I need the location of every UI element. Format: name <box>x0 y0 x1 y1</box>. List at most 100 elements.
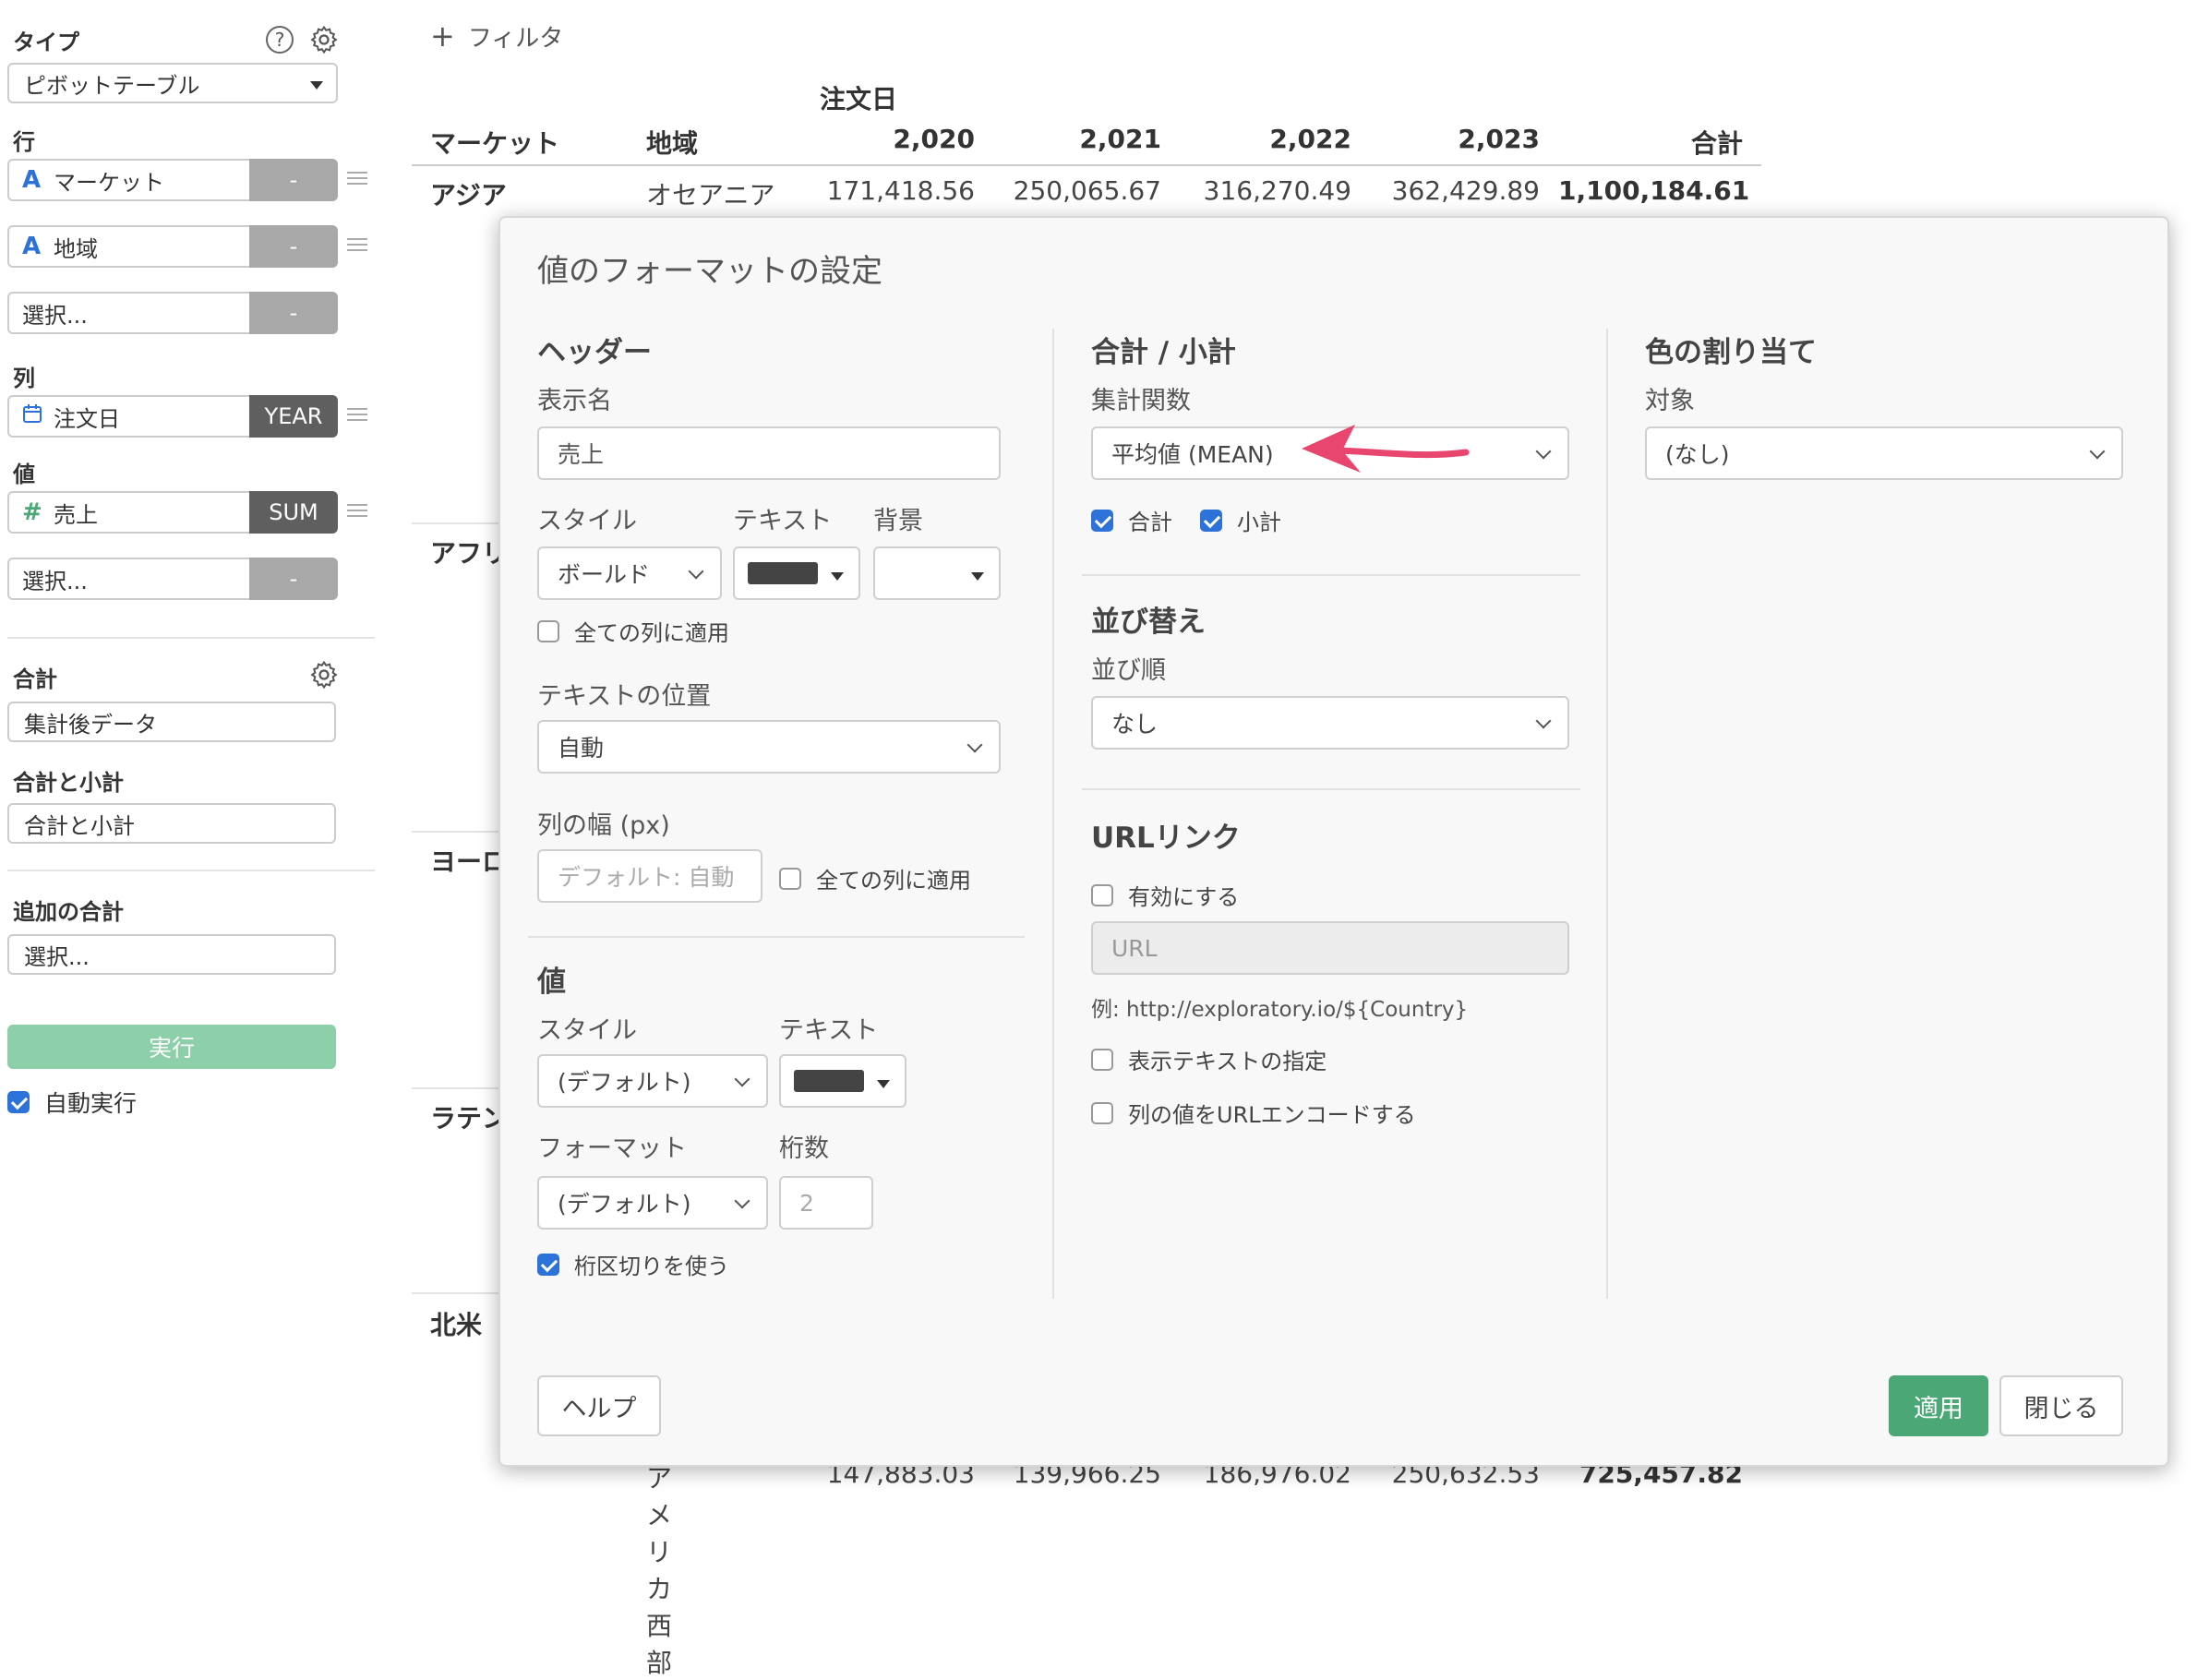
total-subtotal-select[interactable]: 合計と小計 <box>7 803 336 844</box>
format-settings-dialog: 値のフォーマットの設定 ヘッダー 表示名 売上 スタイル テキスト 背景 ボール… <box>498 216 2169 1467</box>
row-field-region[interactable]: A 地域 - <box>7 225 338 268</box>
table-header: 2,022 <box>1269 124 1351 154</box>
table-cell: ラテン <box>430 1103 509 1134</box>
value-field-select[interactable]: 選択... - <box>7 558 338 600</box>
table-cell: オセアニア <box>646 180 775 210</box>
color-swatch <box>794 1070 864 1092</box>
row-field-market[interactable]: A マーケット - <box>7 159 338 201</box>
header-divider <box>412 164 1761 166</box>
apply-button[interactable]: 適用 <box>1889 1375 1988 1436</box>
chevron-down-icon <box>1535 443 1552 460</box>
display-name-input[interactable]: 売上 <box>537 426 1001 480</box>
gear-icon[interactable] <box>308 659 340 690</box>
checkbox-icon[interactable] <box>1091 1048 1113 1071</box>
drag-handle-icon[interactable] <box>347 504 367 517</box>
close-button[interactable]: 閉じる <box>1999 1375 2123 1436</box>
column-width-input[interactable]: デフォルト: 自動 <box>537 849 762 903</box>
drag-handle-icon[interactable] <box>347 172 367 185</box>
caret-down-icon <box>877 1080 890 1088</box>
row-field-tag[interactable]: - <box>249 292 338 334</box>
sort-order-value: なし <box>1111 711 1159 738</box>
help-icon[interactable]: ? <box>266 26 294 54</box>
url-input[interactable]: URL <box>1091 921 1569 975</box>
header-section-title: ヘッダー <box>537 336 652 369</box>
drag-handle-icon[interactable] <box>347 408 367 421</box>
sort-order-select[interactable]: なし <box>1091 696 1569 750</box>
header-text-label: テキスト <box>733 507 833 535</box>
total-checkbox[interactable]: 合計 <box>1091 504 1172 536</box>
color-target-label: 対象 <box>1645 387 1695 415</box>
checkbox-icon[interactable] <box>1091 883 1113 906</box>
value-text-color-picker[interactable] <box>779 1054 906 1108</box>
auto-run-checkbox[interactable]: 自動実行 <box>7 1086 137 1119</box>
type-select[interactable]: ピボットテーブル <box>7 63 338 103</box>
value-field-sales[interactable]: # 売上 SUM <box>7 491 338 534</box>
digits-placeholder: 2 <box>799 1189 814 1217</box>
checkbox-checked-icon[interactable] <box>7 1091 30 1113</box>
checkbox-checked-icon[interactable] <box>1200 509 1222 532</box>
plus-icon: + <box>430 18 455 54</box>
run-button[interactable]: 実行 <box>7 1025 336 1069</box>
checkbox-icon[interactable] <box>779 867 801 890</box>
row-field-select[interactable]: 選択... - <box>7 292 338 334</box>
url-encode-checkbox[interactable]: 列の値をURLエンコードする <box>1091 1097 1416 1129</box>
enable-url-label: 有効にする <box>1128 884 1240 910</box>
aggregation-value: 平均値 (MEAN) <box>1111 441 1274 468</box>
table-cell: アメリカ西部 <box>646 1463 673 1678</box>
total-section-title: 合計 / 小計 <box>1091 336 1236 369</box>
thousands-separator-checkbox[interactable]: 桁区切りを使う <box>537 1248 729 1280</box>
text-position-value: 自動 <box>558 735 605 762</box>
value-style-select[interactable]: (デフォルト) <box>537 1054 768 1108</box>
row-divider <box>412 1292 498 1294</box>
value-field-tag[interactable]: - <box>249 558 338 600</box>
text-type-icon: A <box>22 233 42 260</box>
display-name-label: 表示名 <box>537 387 612 415</box>
format-select[interactable]: (デフォルト) <box>537 1176 768 1230</box>
chevron-down-icon <box>1535 713 1552 729</box>
columns-label: 列 <box>13 366 35 391</box>
filter-label: フィルタ <box>467 24 564 53</box>
checkbox-checked-icon[interactable] <box>537 1253 559 1276</box>
column-group-header: 注文日 <box>820 84 898 114</box>
row-field-tag[interactable]: - <box>249 159 338 201</box>
display-text-checkbox[interactable]: 表示テキストの指定 <box>1091 1043 1327 1075</box>
table-cell: アフリ <box>430 538 509 569</box>
table-header: 地域 <box>646 128 699 159</box>
value-section-title: 値 <box>537 966 566 999</box>
additional-total-select[interactable]: 選択... <box>7 934 336 975</box>
column-field-tag[interactable]: YEAR <box>249 395 338 438</box>
enable-url-checkbox[interactable]: 有効にする <box>1091 879 1239 911</box>
drag-handle-icon[interactable] <box>347 238 367 251</box>
digits-input[interactable]: 2 <box>779 1176 873 1230</box>
text-position-select[interactable]: 自動 <box>537 720 1001 774</box>
type-select-value: ピボットテーブル <box>24 72 200 99</box>
width-apply-all-checkbox[interactable]: 全ての列に適用 <box>779 862 971 894</box>
row-field-tag[interactable]: - <box>249 225 338 268</box>
checkbox-icon[interactable] <box>537 619 559 642</box>
values-label: 値 <box>13 462 35 487</box>
help-button[interactable]: ヘルプ <box>537 1375 661 1436</box>
value-field-tag[interactable]: SUM <box>249 491 338 534</box>
total-select[interactable]: 集計後データ <box>7 702 336 742</box>
checkbox-checked-icon[interactable] <box>1091 509 1113 532</box>
additional-total-label: 追加の合計 <box>13 899 124 925</box>
header-apply-all-checkbox[interactable]: 全ての列に適用 <box>537 615 729 647</box>
add-filter-button[interactable]: + フィルタ <box>430 18 563 54</box>
chevron-down-icon <box>966 737 983 753</box>
section-divider <box>1082 788 1580 790</box>
text-type-icon: A <box>22 166 42 194</box>
column-field-order-date[interactable]: 注文日 YEAR <box>7 395 338 438</box>
header-background-color-picker[interactable] <box>873 546 1001 600</box>
subtotal-checkbox[interactable]: 小計 <box>1200 504 1281 536</box>
gear-icon[interactable] <box>308 24 340 55</box>
value-style-label: スタイル <box>537 1016 637 1045</box>
header-style-select[interactable]: ボールド <box>537 546 722 600</box>
color-target-select[interactable]: (なし) <box>1645 426 2123 480</box>
header-text-color-picker[interactable] <box>733 546 860 600</box>
table-cell: アジア <box>430 180 507 210</box>
sort-order-label: 並び順 <box>1091 656 1166 685</box>
total-label: 合計 <box>13 666 57 692</box>
section-divider <box>528 936 1025 938</box>
table-cell: ヨーロ <box>430 846 509 877</box>
checkbox-icon[interactable] <box>1091 1101 1113 1124</box>
